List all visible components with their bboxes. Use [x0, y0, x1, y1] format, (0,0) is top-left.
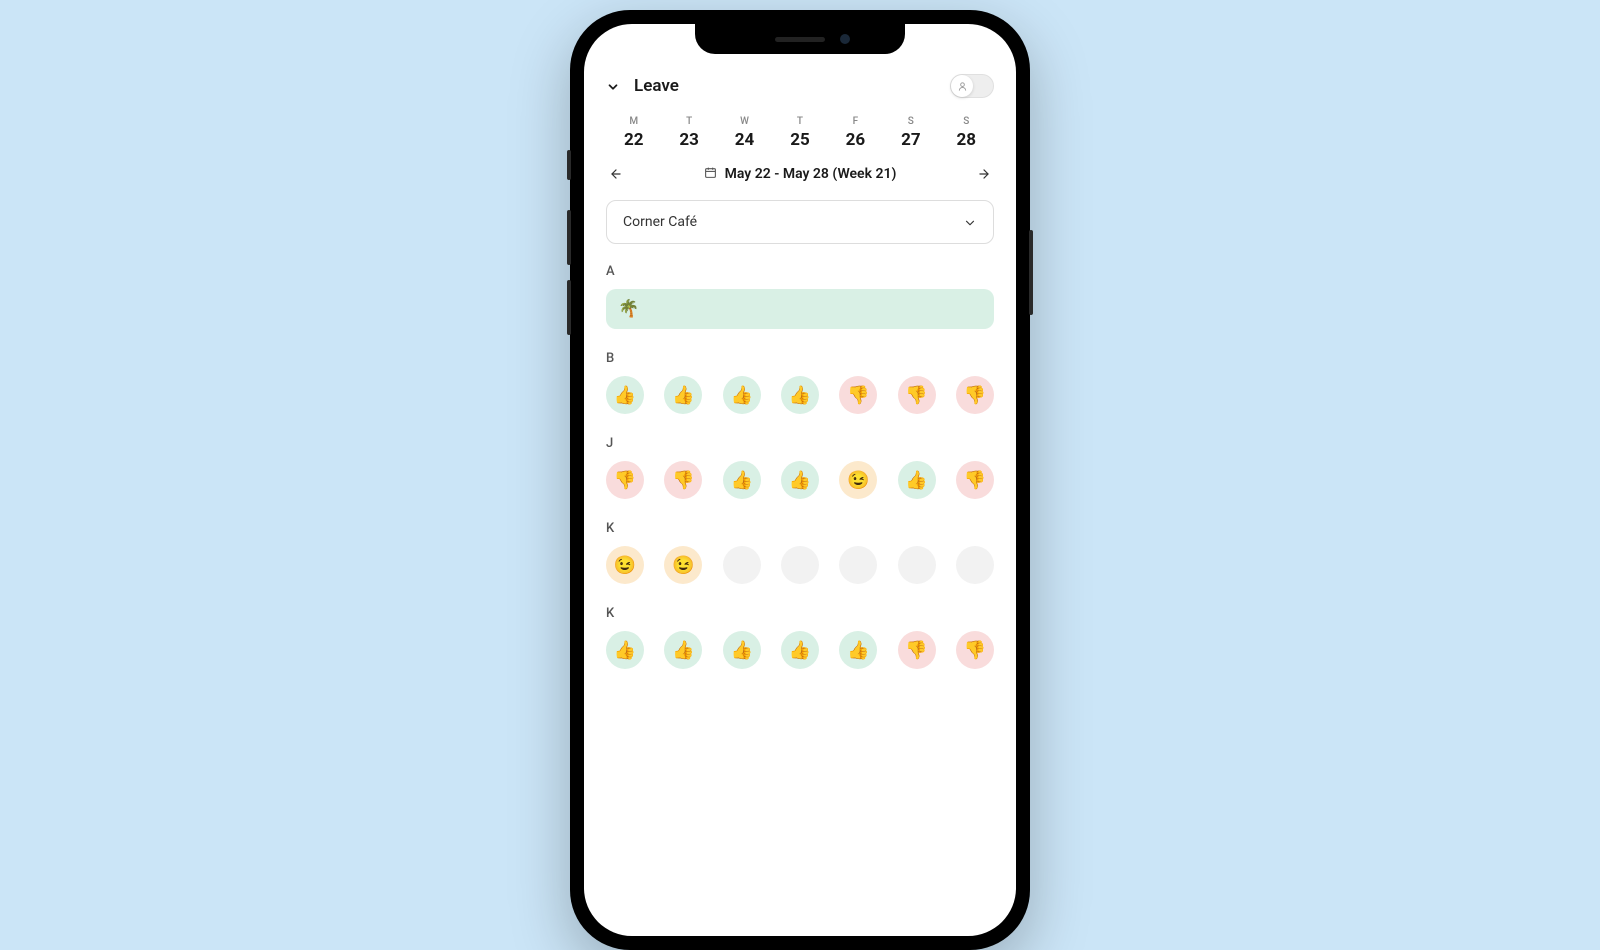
week-nav: May 22 - May 28 (Week 21): [606, 164, 994, 184]
status-cell-up[interactable]: 👍: [839, 631, 877, 669]
status-cell-down[interactable]: 👎: [956, 461, 994, 499]
day-letter: T: [772, 116, 827, 127]
phone-button: [567, 150, 571, 180]
section-label: K: [606, 606, 994, 621]
day-column[interactable]: M 22: [606, 116, 661, 150]
status-cell-down[interactable]: 👎: [606, 461, 644, 499]
location-dropdown[interactable]: Corner Café: [606, 200, 994, 244]
leave-bar[interactable]: 🌴: [606, 289, 994, 329]
phone-frame: Leave M22T23W24T25F26S27S28 May 2: [570, 10, 1030, 950]
status-cell-empty[interactable]: [898, 546, 936, 584]
status-cell-empty[interactable]: [839, 546, 877, 584]
phone-screen: Leave M22T23W24T25F26S27S28 May 2: [584, 24, 1016, 936]
week-label[interactable]: May 22 - May 28 (Week 21): [704, 166, 897, 183]
camera: [840, 34, 850, 44]
day-column[interactable]: T 23: [661, 116, 716, 150]
day-letter: W: [717, 116, 772, 127]
status-cell-up[interactable]: 👍: [606, 631, 644, 669]
week-days: M22T23W24T25F26S27S28: [606, 116, 994, 150]
status-cell-up[interactable]: 👍: [781, 631, 819, 669]
status-cell-down[interactable]: 👎: [664, 461, 702, 499]
status-cell-up[interactable]: 👍: [606, 376, 644, 414]
page-title: Leave: [634, 76, 679, 96]
day-letter: F: [828, 116, 883, 127]
chevron-down-icon: [963, 215, 977, 229]
speaker: [775, 37, 825, 42]
status-row: 😉😉: [606, 546, 994, 584]
day-number: 22: [606, 130, 661, 150]
day-column[interactable]: F 26: [828, 116, 883, 150]
day-letter: T: [661, 116, 716, 127]
day-column[interactable]: S 27: [883, 116, 938, 150]
status-cell-empty[interactable]: [781, 546, 819, 584]
status-cell-up[interactable]: 👍: [664, 631, 702, 669]
day-number: 25: [772, 130, 827, 150]
status-cell-up[interactable]: 👍: [781, 461, 819, 499]
status-cell-up[interactable]: 👍: [781, 376, 819, 414]
day-number: 28: [939, 130, 994, 150]
status-cell-up[interactable]: 👍: [723, 631, 761, 669]
phone-button: [1029, 230, 1033, 315]
user-toggle[interactable]: [950, 74, 994, 98]
app-header: Leave: [606, 74, 994, 98]
status-cell-wink[interactable]: 😉: [839, 461, 877, 499]
day-column[interactable]: S 28: [939, 116, 994, 150]
status-cell-down[interactable]: 👎: [956, 631, 994, 669]
day-letter: M: [606, 116, 661, 127]
day-letter: S: [939, 116, 994, 127]
status-row: 👎 👎 👍 👍 😉 👍 👎: [606, 461, 994, 499]
section-label: A: [606, 264, 994, 279]
phone-button: [567, 280, 571, 335]
day-column[interactable]: T 25: [772, 116, 827, 150]
calendar-icon: [704, 166, 717, 183]
status-cell-down[interactable]: 👎: [839, 376, 877, 414]
section-label: J: [606, 436, 994, 451]
status-row: 👍 👍 👍 👍 👎 👎 👎: [606, 376, 994, 414]
day-number: 27: [883, 130, 938, 150]
day-number: 23: [661, 130, 716, 150]
status-cell-up[interactable]: 👍: [664, 376, 702, 414]
status-cell-wink[interactable]: 😉: [606, 546, 644, 584]
section-label: K: [606, 521, 994, 536]
day-letter: S: [883, 116, 938, 127]
phone-notch: [695, 24, 905, 54]
status-cell-down[interactable]: 👎: [898, 376, 936, 414]
status-cell-wink[interactable]: 😉: [664, 546, 702, 584]
location-selected: Corner Café: [623, 214, 697, 230]
day-number: 26: [828, 130, 883, 150]
status-cell-down[interactable]: 👎: [956, 376, 994, 414]
prev-week-button[interactable]: [606, 164, 626, 184]
status-cell-empty[interactable]: [956, 546, 994, 584]
toggle-knob: [951, 75, 973, 97]
status-cell-up[interactable]: 👍: [723, 461, 761, 499]
phone-button: [567, 210, 571, 265]
status-row: 👍 👍 👍 👍 👍 👎 👎: [606, 631, 994, 669]
status-cell-up[interactable]: 👍: [898, 461, 936, 499]
day-number: 24: [717, 130, 772, 150]
header-left: Leave: [606, 76, 679, 96]
week-range-text: May 22 - May 28 (Week 21): [725, 166, 897, 182]
status-cell-empty[interactable]: [723, 546, 761, 584]
collapse-icon[interactable]: [606, 79, 620, 93]
next-week-button[interactable]: [974, 164, 994, 184]
status-cell-up[interactable]: 👍: [723, 376, 761, 414]
app-content: Leave M22T23W24T25F26S27S28 May 2: [584, 24, 1016, 936]
section-label: B: [606, 351, 994, 366]
day-column[interactable]: W 24: [717, 116, 772, 150]
status-cell-down[interactable]: 👎: [898, 631, 936, 669]
